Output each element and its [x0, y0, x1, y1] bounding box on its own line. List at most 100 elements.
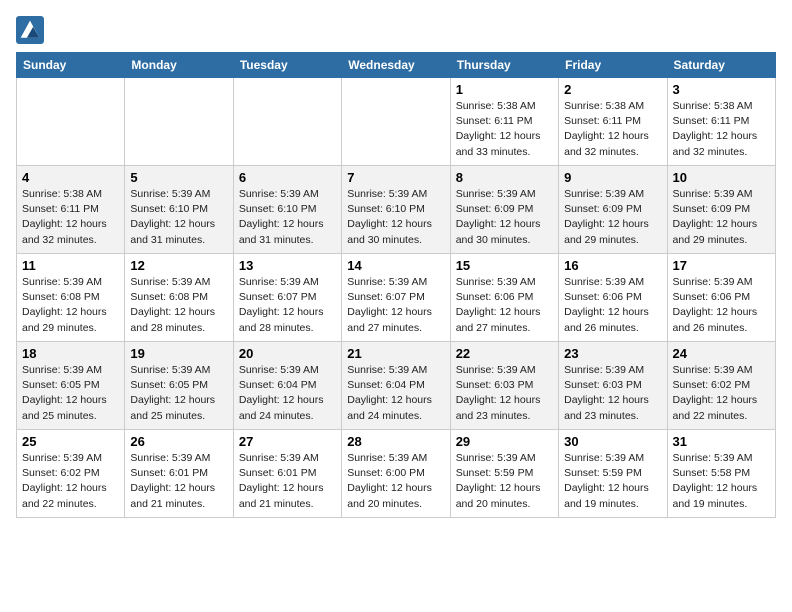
day-detail: Sunrise: 5:39 AM Sunset: 6:05 PM Dayligh… [130, 363, 227, 424]
day-number: 20 [239, 346, 336, 361]
day-detail: Sunrise: 5:39 AM Sunset: 6:01 PM Dayligh… [239, 451, 336, 512]
calendar-cell: 10 Sunrise: 5:39 AM Sunset: 6:09 PM Dayli… [667, 166, 775, 254]
day-detail: Sunrise: 5:38 AM Sunset: 6:11 PM Dayligh… [456, 99, 553, 160]
calendar-cell [233, 78, 341, 166]
calendar-week-row: 1 Sunrise: 5:38 AM Sunset: 6:11 PM Daylig… [17, 78, 776, 166]
day-detail: Sunrise: 5:39 AM Sunset: 6:04 PM Dayligh… [239, 363, 336, 424]
day-detail: Sunrise: 5:39 AM Sunset: 6:07 PM Dayligh… [239, 275, 336, 336]
day-number: 4 [22, 170, 119, 185]
calendar-cell: 15 Sunrise: 5:39 AM Sunset: 6:06 PM Dayli… [450, 254, 558, 342]
day-number: 22 [456, 346, 553, 361]
calendar-week-row: 25 Sunrise: 5:39 AM Sunset: 6:02 PM Dayli… [17, 430, 776, 518]
day-header-monday: Monday [125, 53, 233, 78]
day-number: 28 [347, 434, 444, 449]
calendar-cell: 27 Sunrise: 5:39 AM Sunset: 6:01 PM Dayli… [233, 430, 341, 518]
calendar-cell: 23 Sunrise: 5:39 AM Sunset: 6:03 PM Dayli… [559, 342, 667, 430]
day-detail: Sunrise: 5:39 AM Sunset: 6:08 PM Dayligh… [130, 275, 227, 336]
calendar-cell: 26 Sunrise: 5:39 AM Sunset: 6:01 PM Dayli… [125, 430, 233, 518]
day-number: 15 [456, 258, 553, 273]
day-detail: Sunrise: 5:39 AM Sunset: 6:09 PM Dayligh… [456, 187, 553, 248]
day-detail: Sunrise: 5:39 AM Sunset: 6:10 PM Dayligh… [130, 187, 227, 248]
day-number: 7 [347, 170, 444, 185]
calendar-cell: 3Sunrise: 5:38 AM Sunset: 6:11 PM Daylig… [667, 78, 775, 166]
calendar-cell: 21 Sunrise: 5:39 AM Sunset: 6:04 PM Dayli… [342, 342, 450, 430]
day-detail: Sunrise: 5:39 AM Sunset: 6:10 PM Dayligh… [239, 187, 336, 248]
logo [16, 16, 48, 44]
day-detail: Sunrise: 5:39 AM Sunset: 6:01 PM Dayligh… [130, 451, 227, 512]
day-number: 5 [130, 170, 227, 185]
calendar-week-row: 18 Sunrise: 5:39 AM Sunset: 6:05 PM Dayli… [17, 342, 776, 430]
day-number: 6 [239, 170, 336, 185]
calendar-cell: 25 Sunrise: 5:39 AM Sunset: 6:02 PM Dayli… [17, 430, 125, 518]
day-number: 9 [564, 170, 661, 185]
calendar-cell: 30Sunrise: 5:39 AM Sunset: 5:59 PM Dayli… [559, 430, 667, 518]
calendar-cell: 7 Sunrise: 5:39 AM Sunset: 6:10 PM Daylig… [342, 166, 450, 254]
day-detail: Sunrise: 5:38 AM Sunset: 6:11 PM Dayligh… [22, 187, 119, 248]
calendar-body: 1 Sunrise: 5:38 AM Sunset: 6:11 PM Daylig… [17, 78, 776, 518]
day-header-thursday: Thursday [450, 53, 558, 78]
day-number: 10 [673, 170, 770, 185]
calendar-cell: 14 Sunrise: 5:39 AM Sunset: 6:07 PM Dayli… [342, 254, 450, 342]
day-number: 14 [347, 258, 444, 273]
day-number: 12 [130, 258, 227, 273]
day-number: 23 [564, 346, 661, 361]
day-number: 31 [673, 434, 770, 449]
calendar-cell: 19 Sunrise: 5:39 AM Sunset: 6:05 PM Dayli… [125, 342, 233, 430]
calendar-cell: 11 Sunrise: 5:39 AM Sunset: 6:08 PM Dayli… [17, 254, 125, 342]
calendar-cell: 17Sunrise: 5:39 AM Sunset: 6:06 PM Dayli… [667, 254, 775, 342]
day-header-wednesday: Wednesday [342, 53, 450, 78]
day-detail: Sunrise: 5:39 AM Sunset: 6:02 PM Dayligh… [22, 451, 119, 512]
day-number: 1 [456, 82, 553, 97]
calendar-cell: 2 Sunrise: 5:38 AM Sunset: 6:11 PM Daylig… [559, 78, 667, 166]
day-detail: Sunrise: 5:39 AM Sunset: 6:09 PM Dayligh… [673, 187, 770, 248]
calendar-cell: 4 Sunrise: 5:38 AM Sunset: 6:11 PM Daylig… [17, 166, 125, 254]
day-detail: Sunrise: 5:38 AM Sunset: 6:11 PM Dayligh… [673, 99, 770, 160]
day-detail: Sunrise: 5:38 AM Sunset: 6:11 PM Dayligh… [564, 99, 661, 160]
day-number: 19 [130, 346, 227, 361]
calendar-cell: 8 Sunrise: 5:39 AM Sunset: 6:09 PM Daylig… [450, 166, 558, 254]
day-number: 11 [22, 258, 119, 273]
day-header-friday: Friday [559, 53, 667, 78]
calendar-cell: 29Sunrise: 5:39 AM Sunset: 5:59 PM Dayli… [450, 430, 558, 518]
day-number: 29 [456, 434, 553, 449]
calendar-week-row: 4 Sunrise: 5:38 AM Sunset: 6:11 PM Daylig… [17, 166, 776, 254]
day-number: 2 [564, 82, 661, 97]
calendar-week-row: 11 Sunrise: 5:39 AM Sunset: 6:08 PM Dayli… [17, 254, 776, 342]
calendar-cell: 22 Sunrise: 5:39 AM Sunset: 6:03 PM Dayli… [450, 342, 558, 430]
day-number: 21 [347, 346, 444, 361]
calendar-header-row: SundayMondayTuesdayWednesdayThursdayFrid… [17, 53, 776, 78]
day-header-saturday: Saturday [667, 53, 775, 78]
day-number: 27 [239, 434, 336, 449]
day-detail: Sunrise: 5:39 AM Sunset: 6:07 PM Dayligh… [347, 275, 444, 336]
calendar-cell: 13Sunrise: 5:39 AM Sunset: 6:07 PM Dayli… [233, 254, 341, 342]
day-detail: Sunrise: 5:39 AM Sunset: 6:06 PM Dayligh… [564, 275, 661, 336]
calendar-cell: 6 Sunrise: 5:39 AM Sunset: 6:10 PM Daylig… [233, 166, 341, 254]
day-number: 25 [22, 434, 119, 449]
day-number: 17 [673, 258, 770, 273]
day-detail: Sunrise: 5:39 AM Sunset: 5:59 PM Dayligh… [564, 451, 661, 512]
day-number: 18 [22, 346, 119, 361]
day-header-tuesday: Tuesday [233, 53, 341, 78]
day-header-sunday: Sunday [17, 53, 125, 78]
day-detail: Sunrise: 5:39 AM Sunset: 6:04 PM Dayligh… [347, 363, 444, 424]
day-detail: Sunrise: 5:39 AM Sunset: 6:10 PM Dayligh… [347, 187, 444, 248]
day-number: 26 [130, 434, 227, 449]
day-detail: Sunrise: 5:39 AM Sunset: 6:00 PM Dayligh… [347, 451, 444, 512]
day-number: 8 [456, 170, 553, 185]
calendar-cell: 9Sunrise: 5:39 AM Sunset: 6:09 PM Daylig… [559, 166, 667, 254]
calendar-cell: 24Sunrise: 5:39 AM Sunset: 6:02 PM Dayli… [667, 342, 775, 430]
calendar-cell: 16 Sunrise: 5:39 AM Sunset: 6:06 PM Dayli… [559, 254, 667, 342]
generalblue-logo-icon [16, 16, 44, 44]
page-header [16, 16, 776, 44]
calendar-cell: 28 Sunrise: 5:39 AM Sunset: 6:00 PM Dayli… [342, 430, 450, 518]
day-number: 16 [564, 258, 661, 273]
day-detail: Sunrise: 5:39 AM Sunset: 6:06 PM Dayligh… [456, 275, 553, 336]
calendar-cell: 12 Sunrise: 5:39 AM Sunset: 6:08 PM Dayli… [125, 254, 233, 342]
day-number: 24 [673, 346, 770, 361]
day-detail: Sunrise: 5:39 AM Sunset: 6:08 PM Dayligh… [22, 275, 119, 336]
calendar-cell: 31Sunrise: 5:39 AM Sunset: 5:58 PM Dayli… [667, 430, 775, 518]
calendar-cell [125, 78, 233, 166]
day-detail: Sunrise: 5:39 AM Sunset: 6:03 PM Dayligh… [456, 363, 553, 424]
calendar-table: SundayMondayTuesdayWednesdayThursdayFrid… [16, 52, 776, 518]
day-detail: Sunrise: 5:39 AM Sunset: 6:03 PM Dayligh… [564, 363, 661, 424]
